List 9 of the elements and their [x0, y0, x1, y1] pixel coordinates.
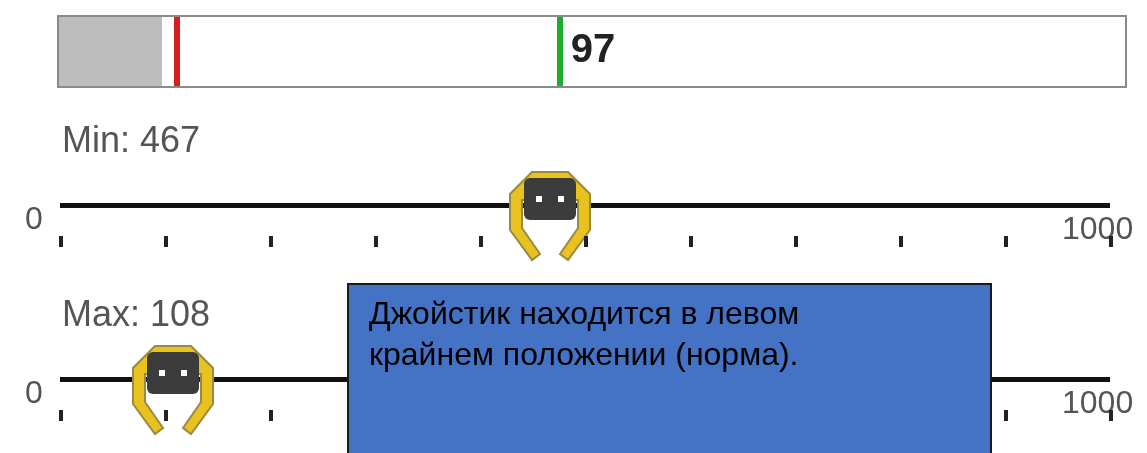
- slider-label: Min: 467: [62, 119, 201, 160]
- meter-reading: 97: [570, 25, 616, 72]
- callout-text: Джойстик находится в левом крайнем положении (норма).: [369, 294, 801, 374]
- slider-label: Max: 108: [62, 293, 211, 334]
- scale-max-label: 1000: [1062, 384, 1134, 421]
- scale-max-label: 1000: [1062, 210, 1134, 247]
- scale-min-label: 0: [25, 200, 43, 237]
- slider-track[interactable]: [60, 203, 1110, 208]
- scale-min-label: 0: [25, 374, 43, 411]
